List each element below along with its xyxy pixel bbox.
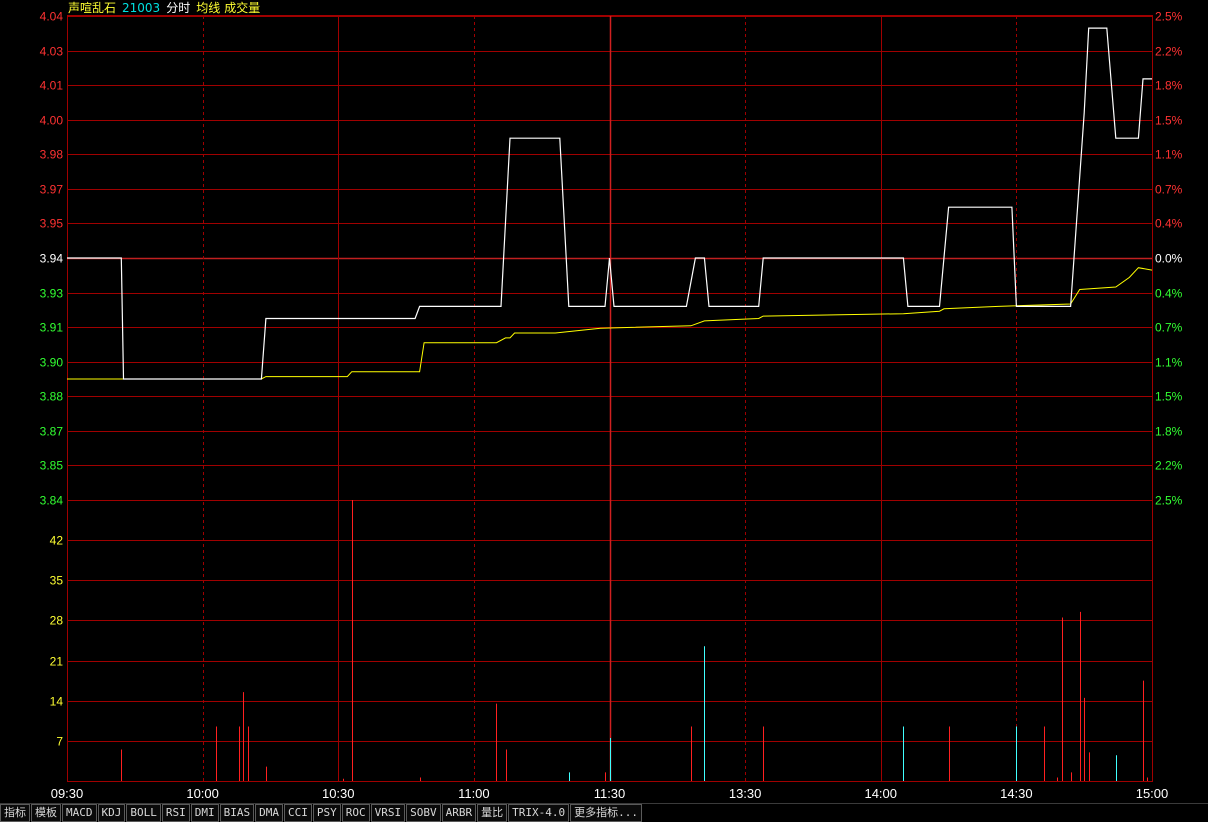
percent-tick-label: 1.1%: [1155, 356, 1183, 370]
volume-tick-label: 28: [50, 614, 64, 628]
price-tick-label: 3.95: [40, 217, 64, 231]
price-tick-label: 3.93: [40, 287, 64, 301]
avg-line-label: 均线: [196, 1, 221, 15]
time-axis-label: 15:00: [1136, 786, 1169, 801]
volume-tick-label: 21: [50, 655, 64, 669]
indicator-tab[interactable]: CCI: [284, 804, 312, 822]
indicator-tab[interactable]: SOBV: [406, 804, 441, 822]
indicator-tab[interactable]: 模板: [31, 804, 61, 822]
time-axis-label: 14:00: [864, 786, 897, 801]
percent-tick-label: 1.5%: [1155, 390, 1183, 404]
indicator-tab[interactable]: 指标: [0, 804, 30, 822]
price-tick-label: 3.98: [40, 148, 64, 162]
percent-tick-label: 2.2%: [1155, 459, 1183, 473]
indicator-tab[interactable]: PSY: [312, 804, 341, 822]
percent-tick-label: 0.4%: [1155, 287, 1183, 301]
chart-header: 声喧乱石 21003 分时 均线 成交量: [68, 1, 266, 16]
indicator-tab[interactable]: 更多指标...: [570, 804, 642, 822]
indicator-tab[interactable]: MACD: [62, 804, 97, 822]
time-axis-label: 13:30: [729, 786, 762, 801]
stock-name: 声喧乱石: [68, 1, 117, 15]
price-tick-label: 4.00: [40, 114, 64, 128]
price-tick-label: 3.97: [40, 183, 64, 197]
indicator-tab[interactable]: ARBR: [441, 804, 477, 822]
volume-tick-label: 7: [56, 735, 63, 749]
indicator-tab[interactable]: ROC: [341, 804, 370, 822]
indicator-tab[interactable]: TRIX-4.0: [508, 804, 570, 822]
time-axis-label: 11:00: [458, 786, 490, 801]
price-tick-label: 3.85: [40, 459, 64, 473]
indicator-tab[interactable]: DMI: [190, 804, 219, 822]
percent-tick-label: 2.5%: [1155, 494, 1183, 508]
time-axis-label: 11:30: [594, 786, 626, 801]
time-axis-label: 10:00: [186, 786, 219, 801]
indicator-tab[interactable]: KDJ: [97, 804, 126, 822]
price-tick-label: 4.03: [40, 45, 64, 59]
percent-tick-label: 1.8%: [1155, 79, 1183, 93]
percent-tick-label: 1.1%: [1155, 148, 1183, 162]
indicator-tab[interactable]: RSI: [161, 804, 190, 822]
volume-tick-label: 42: [50, 534, 64, 548]
intraday-chart[interactable]: 4.04 2.5% 4.03 2.2% 4.01 1.8% 4.00 1.5% 3.98 1.1%…: [0, 0, 1208, 803]
price-tick-label: 4.04: [40, 10, 64, 24]
price-tick-label: 3.91: [40, 321, 64, 335]
indicator-tab[interactable]: VRSI: [370, 804, 406, 822]
price-tick-label: 3.90: [40, 356, 64, 370]
mode-label: 分时: [166, 1, 191, 15]
volume-tick-label: 14: [50, 695, 64, 709]
percent-tick-label: 1.5%: [1155, 114, 1183, 128]
price-line: [67, 27, 1152, 380]
price-tick-label: 3.87: [40, 425, 64, 439]
price-tick-label: 3.94: [40, 252, 64, 266]
percent-tick-label: 0.7%: [1155, 321, 1183, 335]
indicator-tab[interactable]: BOLL: [126, 804, 161, 822]
volume-tick-label: 35: [50, 574, 64, 588]
price-tick-label: 3.88: [40, 390, 64, 404]
time-axis-label: 10:30: [322, 786, 355, 801]
percent-tick-label: 2.2%: [1155, 45, 1183, 59]
indicator-tab-bar: 指标 模板 MACD KDJ BOLL RSI DMI BIAS DMA CCI PSY ROC VRS…: [0, 803, 1208, 822]
stock-code: 21003: [122, 1, 161, 15]
price-tick-label: 3.84: [40, 494, 64, 508]
time-axis-label: 14:30: [1000, 786, 1033, 801]
percent-tick-label: 0.4%: [1155, 217, 1183, 231]
price-tick-label: 4.01: [40, 79, 64, 93]
volume-label: 成交量: [224, 1, 261, 15]
time-axis-label: 09:30: [51, 786, 84, 801]
percent-tick-label: 1.8%: [1155, 425, 1183, 439]
indicator-tab[interactable]: 量比: [477, 804, 508, 822]
percent-tick-label: 0.7%: [1155, 183, 1183, 197]
percent-tick-label: 0.0%: [1155, 252, 1183, 266]
indicator-tab[interactable]: DMA: [255, 804, 283, 822]
indicator-tab[interactable]: BIAS: [219, 804, 255, 822]
percent-tick-label: 2.5%: [1155, 10, 1183, 24]
